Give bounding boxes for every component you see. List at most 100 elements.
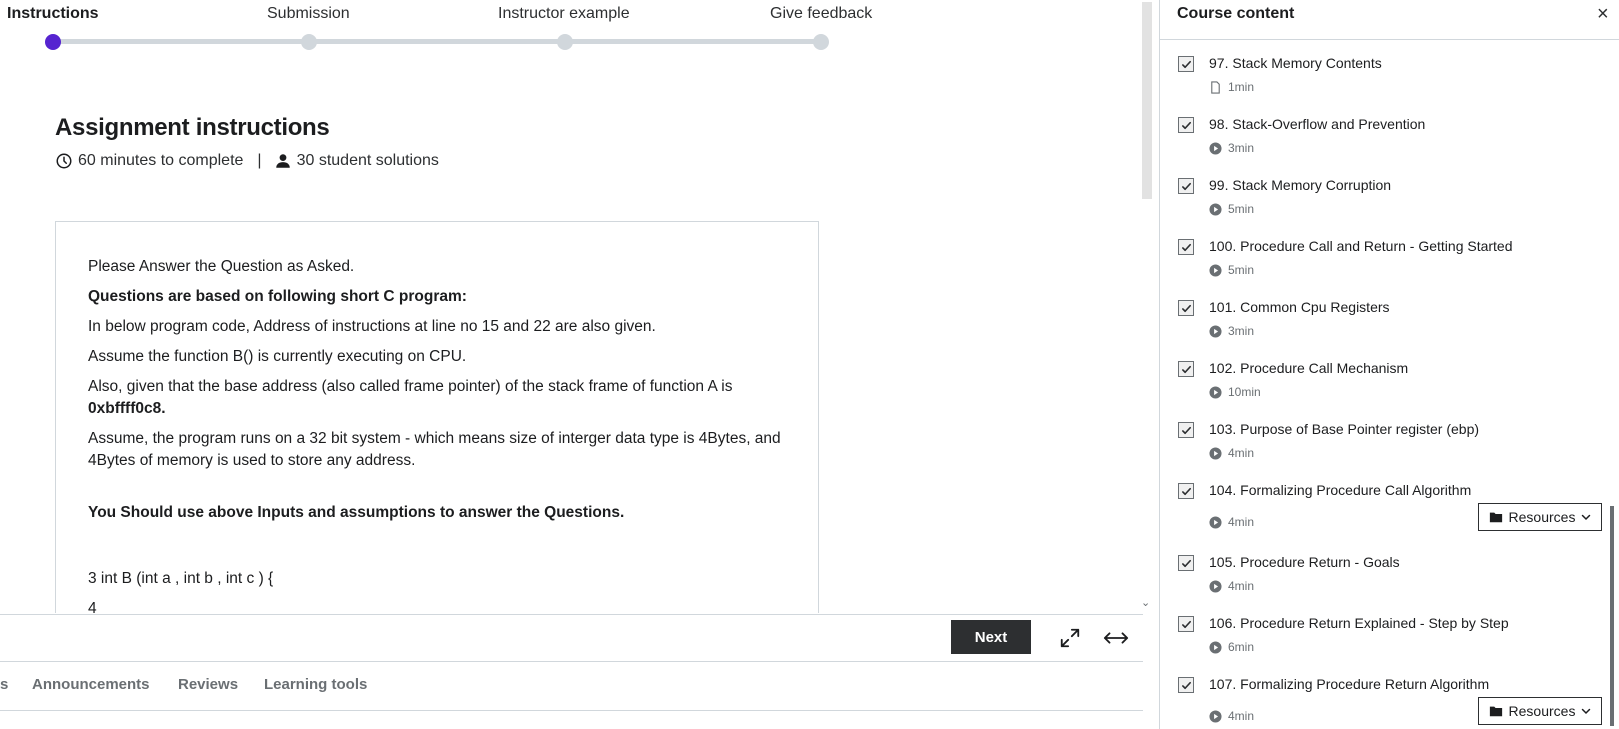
completed-checkbox[interactable] bbox=[1178, 483, 1194, 499]
tab-announcements[interactable]: Announcements bbox=[32, 676, 150, 693]
lecture-duration: 3min bbox=[1228, 324, 1255, 338]
completed-checkbox[interactable] bbox=[1178, 555, 1194, 571]
play-icon bbox=[1209, 446, 1222, 460]
chevron-down-icon bbox=[1575, 509, 1591, 525]
checkmark-icon bbox=[1181, 60, 1191, 68]
checkmark-icon bbox=[1181, 559, 1191, 567]
clock-icon bbox=[56, 153, 72, 169]
checkmark-icon bbox=[1181, 182, 1191, 190]
play-icon bbox=[1209, 202, 1222, 216]
lecture-title: 102. Procedure Call Mechanism bbox=[1209, 360, 1409, 376]
checkmark-icon bbox=[1181, 365, 1191, 373]
play-icon bbox=[1209, 385, 1222, 399]
checkmark-icon bbox=[1181, 304, 1191, 312]
lecture-meta: 6min bbox=[1209, 640, 1254, 654]
play-icon bbox=[1209, 640, 1222, 654]
tab-truncated[interactable]: s bbox=[0, 676, 8, 693]
lecture-title: 99. Stack Memory Corruption bbox=[1209, 177, 1392, 193]
lecture-meta: 3min bbox=[1209, 324, 1254, 338]
sidebar-header: Course content × bbox=[1160, 0, 1619, 40]
step-instructor-example[interactable]: Instructor example bbox=[498, 5, 630, 23]
lecture-meta: 4min bbox=[1209, 515, 1254, 529]
lecture-duration: 4min bbox=[1228, 579, 1255, 593]
resources-dropdown-button[interactable]: Resources bbox=[1478, 503, 1602, 531]
instruction-text: Assume the function B() is currently exe… bbox=[88, 348, 467, 365]
step-dot-instructor-example[interactable] bbox=[557, 34, 573, 50]
tab-reviews[interactable]: Reviews bbox=[178, 676, 238, 693]
completed-checkbox[interactable] bbox=[1178, 117, 1194, 133]
code-line: 4 bbox=[88, 600, 97, 613]
checkmark-icon bbox=[1181, 426, 1191, 434]
page-title: Assignment instructions bbox=[55, 114, 330, 141]
lecture-duration: 4min bbox=[1228, 709, 1255, 723]
play-icon bbox=[1209, 141, 1222, 155]
lecture-meta: 1min bbox=[1209, 80, 1254, 94]
lecture-meta: 4min bbox=[1209, 446, 1254, 460]
instruction-heading: You Should use above Inputs and assumpti… bbox=[88, 504, 625, 521]
code-line: 3 int B (int a , int b , int c ) { bbox=[88, 570, 274, 587]
stepper-track bbox=[53, 39, 820, 44]
horizontal-arrows-icon[interactable] bbox=[1103, 628, 1129, 648]
completed-checkbox[interactable] bbox=[1178, 677, 1194, 693]
course-tabs: s Announcements Reviews Learning tools bbox=[0, 661, 1143, 711]
instruction-text: Also, given that the base address (also … bbox=[88, 376, 788, 420]
close-icon[interactable]: × bbox=[1597, 4, 1609, 24]
lecture-duration: 4min bbox=[1228, 446, 1255, 460]
instruction-text: In below program code, Address of instru… bbox=[88, 318, 656, 335]
lecture-title: 100. Procedure Call and Return - Getting… bbox=[1209, 238, 1513, 254]
main-scrollbar-thumb[interactable] bbox=[1142, 2, 1152, 199]
lecture-meta: 5min bbox=[1209, 202, 1254, 216]
scroll-down-arrow-icon[interactable]: ⌄ bbox=[1141, 596, 1150, 609]
step-give-feedback[interactable]: Give feedback bbox=[770, 5, 872, 23]
lecture-duration: 3min bbox=[1228, 141, 1255, 155]
completed-checkbox[interactable] bbox=[1178, 616, 1194, 632]
completed-checkbox[interactable] bbox=[1178, 422, 1194, 438]
assignment-stepper: Instructions Submission Instructor examp… bbox=[0, 0, 880, 60]
lecture-title: 106. Procedure Return Explained - Step b… bbox=[1209, 615, 1509, 631]
lecture-title: 98. Stack-Overflow and Prevention bbox=[1209, 116, 1426, 132]
resources-dropdown-button[interactable]: Resources bbox=[1478, 697, 1602, 725]
instruction-text-part: Also, given that the base address (also … bbox=[88, 378, 733, 395]
play-icon bbox=[1209, 515, 1222, 529]
next-button[interactable]: Next bbox=[951, 620, 1031, 654]
step-dot-give-feedback[interactable] bbox=[813, 34, 829, 50]
play-icon bbox=[1209, 263, 1222, 277]
lecture-title: 101. Common Cpu Registers bbox=[1209, 299, 1390, 315]
step-submission[interactable]: Submission bbox=[267, 5, 350, 23]
resources-label: Resources bbox=[1508, 703, 1576, 719]
step-dot-instructions[interactable] bbox=[45, 34, 61, 50]
checkmark-icon bbox=[1181, 681, 1191, 689]
person-icon bbox=[275, 154, 290, 168]
instructions-content: Please Answer the Question as Asked. Que… bbox=[88, 256, 788, 613]
completed-checkbox[interactable] bbox=[1178, 56, 1194, 72]
sidebar-title: Course content bbox=[1177, 5, 1295, 22]
folder-icon bbox=[1489, 706, 1502, 717]
lecture-meta: 3min bbox=[1209, 141, 1254, 155]
folder-icon bbox=[1489, 512, 1502, 523]
checkmark-icon bbox=[1181, 243, 1191, 251]
lecture-duration: 1min bbox=[1228, 80, 1255, 94]
sidebar-scrollbar-thumb[interactable] bbox=[1610, 506, 1614, 726]
lecture-duration: 10min bbox=[1228, 385, 1261, 399]
completed-checkbox[interactable] bbox=[1178, 300, 1194, 316]
lecture-meta: 4min bbox=[1209, 709, 1254, 723]
lecture-meta: 4min bbox=[1209, 579, 1254, 593]
completed-checkbox[interactable] bbox=[1178, 178, 1194, 194]
file-icon bbox=[1211, 80, 1220, 94]
step-dot-submission[interactable] bbox=[301, 34, 317, 50]
lecture-title: 103. Purpose of Base Pointer register (e… bbox=[1209, 421, 1480, 437]
frame-pointer-address: 0xbffff0c8. bbox=[88, 400, 166, 417]
play-icon bbox=[1209, 579, 1222, 593]
completed-checkbox[interactable] bbox=[1178, 239, 1194, 255]
completed-checkbox[interactable] bbox=[1178, 361, 1194, 377]
expand-icon[interactable] bbox=[1059, 627, 1081, 649]
play-icon bbox=[1209, 709, 1222, 723]
lecture-duration: 4min bbox=[1228, 515, 1255, 529]
tab-learning-tools[interactable]: Learning tools bbox=[264, 676, 367, 693]
lecture-meta: 5min bbox=[1209, 263, 1254, 277]
chevron-down-icon bbox=[1575, 703, 1591, 719]
duration-text: 60 minutes to complete bbox=[78, 152, 244, 169]
step-instructions[interactable]: Instructions bbox=[7, 5, 99, 23]
meta-separator: | bbox=[257, 152, 262, 169]
lecture-duration: 5min bbox=[1228, 263, 1255, 277]
